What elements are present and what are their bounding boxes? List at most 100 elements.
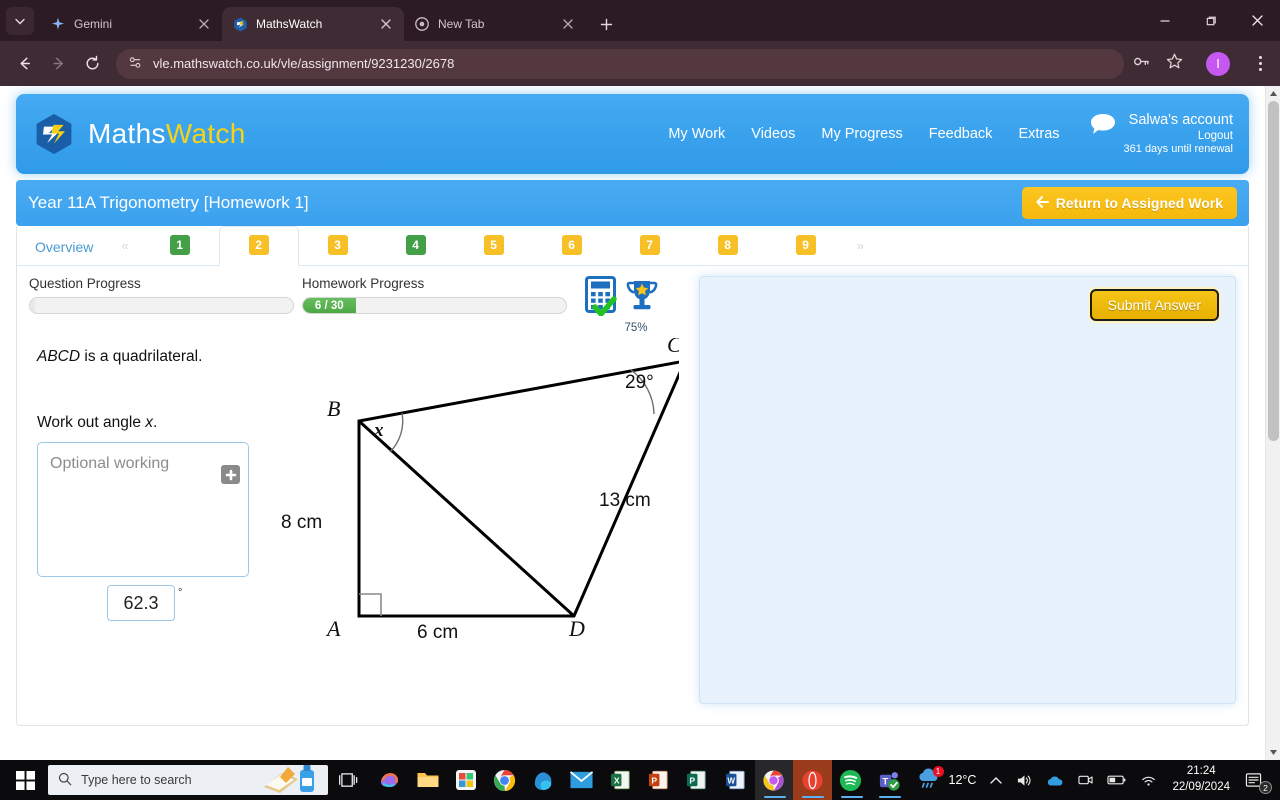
taskbar-copilot-icon[interactable] — [370, 760, 408, 800]
maximize-button[interactable] — [1188, 0, 1234, 41]
nav-item-extras[interactable]: Extras — [1018, 126, 1059, 142]
wifi-icon[interactable] — [1133, 760, 1164, 800]
site-settings-icon[interactable] — [128, 55, 143, 73]
return-to-assigned-work-button[interactable]: Return to Assigned Work — [1021, 187, 1237, 219]
close-button[interactable] — [1234, 0, 1280, 41]
tab-overview[interactable]: Overview — [31, 239, 109, 265]
browser-tab-new-tab[interactable]: New Tab — [404, 7, 586, 41]
question-progress-bar — [29, 297, 294, 314]
address-bar[interactable]: vle.mathswatch.co.uk/vle/assignment/9231… — [116, 48, 1124, 79]
camera-privacy-icon[interactable] — [1071, 760, 1100, 800]
question-column: Question Progress Homework Progress 6 / … — [29, 276, 689, 704]
task-view-button[interactable] — [328, 760, 370, 800]
nav-item-feedback[interactable]: Feedback — [929, 126, 993, 142]
password-key-icon[interactable] — [1132, 52, 1151, 76]
card-body: Question Progress Homework Progress 6 / … — [17, 266, 1248, 720]
trophy-icon — [625, 278, 659, 321]
browser-titlebar: Gemini MathsWatch New Tab — [0, 0, 1280, 41]
account-block[interactable]: Salwa's account Logout 361 days until re… — [1090, 111, 1233, 157]
close-icon[interactable] — [560, 16, 576, 32]
question-number-badge: 6 — [561, 235, 582, 255]
scroll-up-arrow-icon[interactable] — [1266, 86, 1280, 101]
close-icon[interactable] — [196, 16, 212, 32]
tab-question-3[interactable]: 3 — [299, 235, 377, 265]
close-icon[interactable] — [378, 16, 394, 32]
tab-question-4[interactable]: 4 — [377, 235, 455, 265]
taskbar-word-icon[interactable]: W — [716, 760, 754, 800]
onedrive-icon[interactable] — [1039, 760, 1071, 800]
taskbar-microsoft-store-icon[interactable] — [447, 760, 485, 800]
gemini-sparkle-icon — [50, 16, 66, 32]
chevron-down-icon[interactable] — [6, 6, 34, 35]
vertex-label-c: C — [667, 338, 679, 357]
question-number-badge: 1 — [169, 235, 190, 255]
taskbar-chrome-running-icon[interactable] — [754, 760, 794, 800]
account-text: Salwa's account Logout 361 days until re… — [1124, 111, 1233, 157]
tabs-next-arrow[interactable]: » — [845, 238, 876, 265]
side-ad-label: 6 cm — [417, 622, 458, 643]
nav-item-my-progress[interactable]: My Progress — [821, 126, 902, 142]
tab-question-5[interactable]: 5 — [455, 235, 533, 265]
new-tab-button[interactable] — [592, 10, 620, 38]
back-icon[interactable] — [8, 48, 40, 80]
homework-progress-label: Homework Progress — [302, 276, 425, 291]
reload-icon[interactable] — [76, 48, 108, 80]
taskbar-spotify-icon[interactable] — [832, 760, 870, 800]
tray-expand-button[interactable] — [983, 760, 1009, 800]
logout-link[interactable]: Logout — [1124, 129, 1233, 143]
page-scrollbar[interactable] — [1265, 86, 1280, 760]
taskbar-teams-icon[interactable]: T — [870, 760, 908, 800]
calculator-allowed-icon — [585, 276, 623, 321]
taskbar-powerpoint-icon[interactable]: P — [639, 760, 677, 800]
mathswatch-app: MathsWatch My Work Videos My Progress Fe… — [16, 94, 1249, 726]
notification-center-button[interactable]: 2 — [1238, 760, 1274, 800]
submit-answer-button[interactable]: Submit Answer — [1089, 289, 1219, 321]
answer-row: ° — [37, 585, 289, 621]
weather-widget[interactable]: 1 12°C — [909, 760, 984, 800]
answer-input[interactable] — [107, 585, 175, 621]
tab-question-7[interactable]: 7 — [611, 235, 689, 265]
tab-title: MathsWatch — [256, 17, 323, 31]
homework-progress: Homework Progress 6 / 30 — [302, 276, 567, 314]
optional-working-box[interactable]: Optional working — [37, 442, 249, 577]
nav-item-my-work[interactable]: My Work — [668, 126, 725, 142]
minimize-button[interactable] — [1142, 0, 1188, 41]
tabs-prev-arrow[interactable]: « — [109, 238, 140, 265]
taskbar-search-placeholder: Type here to search — [81, 773, 192, 787]
working-placeholder: Optional working — [50, 455, 170, 472]
svg-text:X: X — [613, 775, 619, 785]
taskbar-mail-icon[interactable] — [562, 760, 600, 800]
rain-cloud-icon: 1 — [916, 765, 944, 793]
taskbar-edge-icon[interactable] — [524, 760, 562, 800]
tab-question-9[interactable]: 9 — [767, 235, 845, 265]
taskbar-publisher-icon[interactable]: P — [678, 760, 716, 800]
forward-icon[interactable] — [42, 48, 74, 80]
avatar[interactable]: I — [1206, 51, 1230, 76]
battery-icon[interactable] — [1100, 760, 1133, 800]
add-working-button[interactable] — [221, 465, 240, 484]
scrollbar-thumb[interactable] — [1268, 101, 1279, 441]
browser-menu-icon[interactable] — [1248, 56, 1272, 71]
taskbar-clock[interactable]: 21:24 22/09/2024 — [1164, 764, 1238, 795]
nav-item-videos[interactable]: Videos — [751, 126, 795, 142]
volume-icon[interactable] — [1009, 760, 1039, 800]
site-logo[interactable]: MathsWatch — [32, 112, 246, 156]
homework-progress-bar: 6 / 30 — [302, 297, 567, 314]
tab-question-6[interactable]: 6 — [533, 235, 611, 265]
browser-tab-gemini[interactable]: Gemini — [40, 7, 222, 41]
return-button-label: Return to Assigned Work — [1055, 195, 1223, 211]
taskbar-excel-icon[interactable]: X — [601, 760, 639, 800]
start-button[interactable] — [2, 760, 48, 800]
taskbar-file-explorer-icon[interactable] — [409, 760, 447, 800]
browser-tab-mathswatch[interactable]: MathsWatch — [222, 7, 404, 41]
taskbar-search-box[interactable]: Type here to search — [48, 765, 328, 795]
question-progress-label: Question Progress — [29, 276, 141, 291]
taskbar-opera-icon[interactable] — [793, 760, 832, 800]
scroll-down-arrow-icon[interactable] — [1266, 745, 1280, 760]
taskbar-chrome-icon[interactable] — [485, 760, 523, 800]
tab-question-8[interactable]: 8 — [689, 235, 767, 265]
browser-toolbar: vle.mathswatch.co.uk/vle/assignment/9231… — [0, 41, 1280, 86]
bookmark-star-icon[interactable] — [1165, 52, 1184, 76]
tab-question-1[interactable]: 1 — [141, 235, 219, 265]
tab-question-2[interactable]: 2 — [218, 226, 299, 266]
